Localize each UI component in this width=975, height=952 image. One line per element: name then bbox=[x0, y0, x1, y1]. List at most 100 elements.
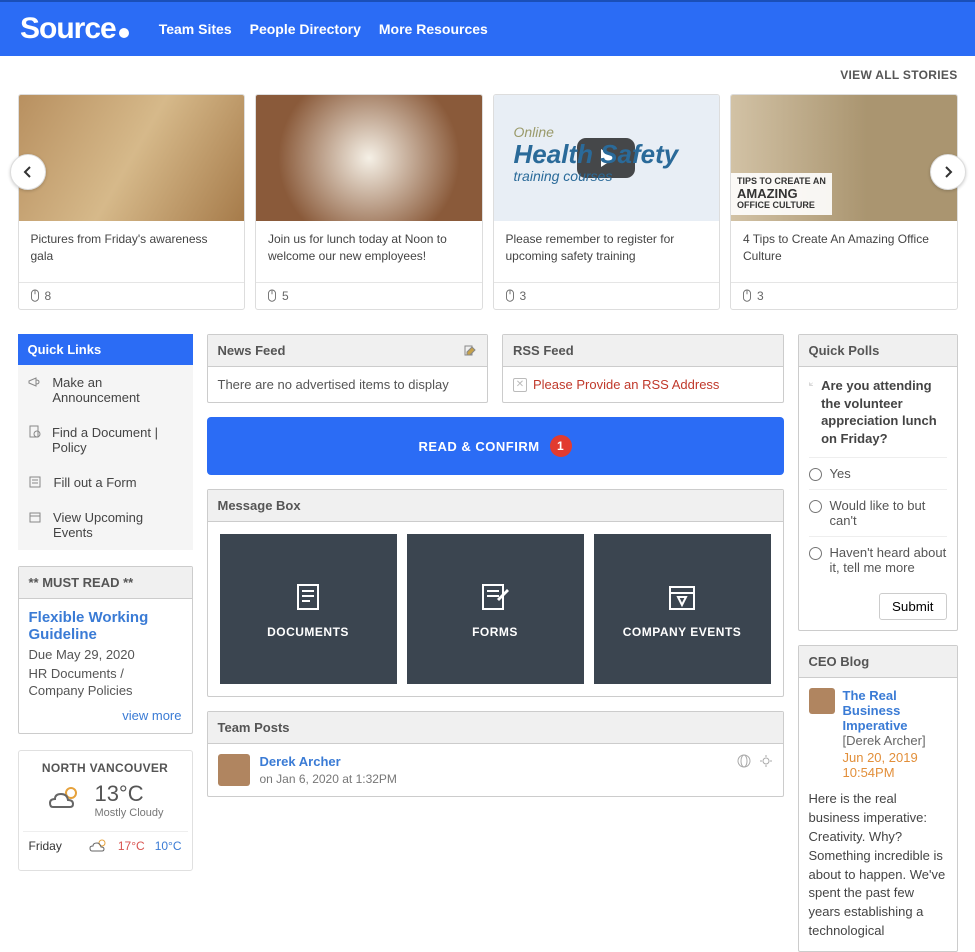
calendar-icon bbox=[28, 510, 44, 524]
story-image bbox=[256, 95, 482, 221]
mouse-icon bbox=[266, 289, 278, 303]
message-box-header: Message Box bbox=[208, 490, 783, 522]
read-confirm-badge: 1 bbox=[550, 435, 572, 457]
story-image: Online Health Safety training courses bbox=[494, 95, 720, 221]
poll-option[interactable]: Haven't heard about it, tell me more bbox=[809, 536, 947, 583]
weather-temp: 13°C bbox=[94, 781, 163, 807]
story-card[interactable]: Pictures from Friday's awareness gala 8 bbox=[18, 94, 246, 310]
video-overlay-text: Online Health Safety training courses bbox=[514, 125, 679, 184]
story-footer: 5 bbox=[256, 282, 482, 309]
carousel-prev-button[interactable] bbox=[10, 154, 46, 190]
nav-people-directory[interactable]: People Directory bbox=[250, 21, 361, 37]
carousel-next-button[interactable] bbox=[930, 154, 966, 190]
mouse-icon bbox=[741, 289, 753, 303]
story-card[interactable]: Online Health Safety training courses Pl… bbox=[493, 94, 721, 310]
rss-feed-panel: RSS Feed ✕ Please Provide an RSS Address bbox=[502, 334, 784, 403]
must-read-panel: ** MUST READ ** Flexible Working Guideli… bbox=[18, 566, 193, 734]
team-post[interactable]: Derek Archer on Jan 6, 2020 at 1:32PM bbox=[218, 754, 773, 786]
quick-link-find-document[interactable]: Find a Document | Policy bbox=[18, 415, 193, 465]
quick-link-fill-form[interactable]: Fill out a Form bbox=[18, 465, 193, 500]
story-title: 4 Tips to Create An Amazing Office Cultu… bbox=[731, 221, 957, 282]
must-read-category: HR Documents / Company Policies bbox=[29, 666, 182, 700]
ceo-blog-title-link[interactable]: The Real Business Imperative bbox=[843, 688, 908, 733]
story-footer: 8 bbox=[19, 282, 245, 309]
rss-feed-header: RSS Feed bbox=[503, 335, 783, 367]
cloud-sun-icon bbox=[46, 782, 82, 818]
poll-option[interactable]: Yes bbox=[809, 457, 947, 489]
story-title: Pictures from Friday's awareness gala bbox=[19, 221, 245, 282]
weather-condition: Mostly Cloudy bbox=[94, 807, 163, 819]
poll-chart-icon bbox=[809, 377, 814, 391]
story-image bbox=[19, 95, 245, 221]
rss-error-icon: ✕ bbox=[513, 378, 527, 392]
form-icon bbox=[28, 475, 44, 489]
ceo-blog-excerpt: Here is the real business imperative: Cr… bbox=[809, 790, 947, 941]
story-title: Please remember to register for upcoming… bbox=[494, 221, 720, 282]
news-feed-empty-text: There are no advertised items to display bbox=[208, 367, 488, 402]
message-box-panel: Message Box DOCUMENTS FORMS COMPANY EVEN… bbox=[207, 489, 784, 697]
mouse-icon bbox=[29, 289, 41, 303]
tips-overlay: TIPS TO CREATE AN AMAZING OFFICE CULTURE bbox=[731, 173, 832, 215]
story-footer: 3 bbox=[494, 282, 720, 309]
quick-polls-header: Quick Polls bbox=[799, 335, 957, 367]
forms-icon bbox=[477, 579, 513, 615]
forecast-day: Friday bbox=[29, 839, 62, 853]
brand-logo[interactable]: Source bbox=[20, 12, 129, 46]
documents-icon bbox=[290, 579, 326, 615]
avatar bbox=[218, 754, 250, 786]
weather-widget: NORTH VANCOUVER 13°C Mostly Cloudy Frida… bbox=[18, 750, 193, 871]
news-feed-panel: News Feed There are no advertised items … bbox=[207, 334, 489, 403]
must-read-header: ** MUST READ ** bbox=[19, 567, 192, 599]
read-confirm-button[interactable]: READ & CONFIRM 1 bbox=[207, 417, 784, 475]
message-box-forms[interactable]: FORMS bbox=[407, 534, 584, 684]
quick-link-events[interactable]: View Upcoming Events bbox=[18, 500, 193, 550]
forecast-low: 10°C bbox=[155, 839, 182, 853]
mouse-icon bbox=[504, 289, 516, 303]
rss-error-text: Please Provide an RSS Address bbox=[533, 377, 719, 392]
cloud-sun-icon bbox=[88, 838, 108, 854]
nav-more-resources[interactable]: More Resources bbox=[379, 21, 488, 37]
ceo-blog-panel: CEO Blog The Real Business Imperative [D… bbox=[798, 645, 958, 952]
team-posts-header: Team Posts bbox=[208, 712, 783, 744]
megaphone-icon bbox=[28, 375, 43, 389]
settings-icon[interactable] bbox=[759, 754, 773, 768]
globe-icon[interactable] bbox=[737, 754, 753, 768]
top-nav: Source Team Sites People Directory More … bbox=[0, 0, 975, 56]
ceo-blog-author: [Derek Archer] bbox=[843, 733, 926, 748]
news-feed-header: News Feed bbox=[208, 335, 488, 367]
story-card[interactable]: TIPS TO CREATE AN AMAZING OFFICE CULTURE… bbox=[730, 94, 958, 310]
weather-city: NORTH VANCOUVER bbox=[23, 761, 188, 775]
quick-links-panel: Quick Links Make an Announcement Find a … bbox=[18, 334, 193, 550]
ceo-blog-header: CEO Blog bbox=[799, 646, 957, 678]
story-image: TIPS TO CREATE AN AMAZING OFFICE CULTURE bbox=[731, 95, 957, 221]
post-timestamp: on Jan 6, 2020 at 1:32PM bbox=[260, 772, 397, 786]
must-read-due: Due May 29, 2020 bbox=[29, 647, 182, 662]
ceo-blog-date: Jun 20, 2019 10:54PM bbox=[843, 750, 947, 780]
stories-carousel: Pictures from Friday's awareness gala 8 … bbox=[18, 94, 958, 310]
post-author-link[interactable]: Derek Archer bbox=[260, 754, 397, 769]
avatar bbox=[809, 688, 835, 714]
poll-submit-button[interactable]: Submit bbox=[879, 593, 946, 620]
quick-link-announcement[interactable]: Make an Announcement bbox=[18, 365, 193, 415]
message-box-documents[interactable]: DOCUMENTS bbox=[220, 534, 397, 684]
poll-question: Are you attending the volunteer apprecia… bbox=[821, 377, 946, 447]
weather-forecast-row: Friday 17°C 10°C bbox=[23, 831, 188, 860]
chevron-right-icon bbox=[942, 166, 954, 178]
view-all-stories-link[interactable]: VIEW ALL STORIES bbox=[18, 56, 958, 94]
quick-links-header: Quick Links bbox=[18, 334, 193, 365]
poll-option[interactable]: Would like to but can't bbox=[809, 489, 947, 536]
message-box-events[interactable]: COMPANY EVENTS bbox=[594, 534, 771, 684]
chevron-left-icon bbox=[22, 166, 34, 178]
document-search-icon bbox=[28, 425, 42, 439]
must-read-title[interactable]: Flexible Working Guideline bbox=[29, 609, 182, 643]
primary-nav: Team Sites People Directory More Resourc… bbox=[159, 21, 488, 37]
quick-polls-panel: Quick Polls Are you attending the volunt… bbox=[798, 334, 958, 631]
team-posts-panel: Team Posts Derek Archer on Jan 6, 2020 a… bbox=[207, 711, 784, 797]
story-footer: 3 bbox=[731, 282, 957, 309]
story-title: Join us for lunch today at Noon to welco… bbox=[256, 221, 482, 282]
calendar-event-icon bbox=[664, 579, 700, 615]
must-read-view-more-link[interactable]: view more bbox=[122, 708, 181, 723]
nav-team-sites[interactable]: Team Sites bbox=[159, 21, 232, 37]
edit-icon[interactable] bbox=[463, 344, 477, 358]
story-card[interactable]: Join us for lunch today at Noon to welco… bbox=[255, 94, 483, 310]
